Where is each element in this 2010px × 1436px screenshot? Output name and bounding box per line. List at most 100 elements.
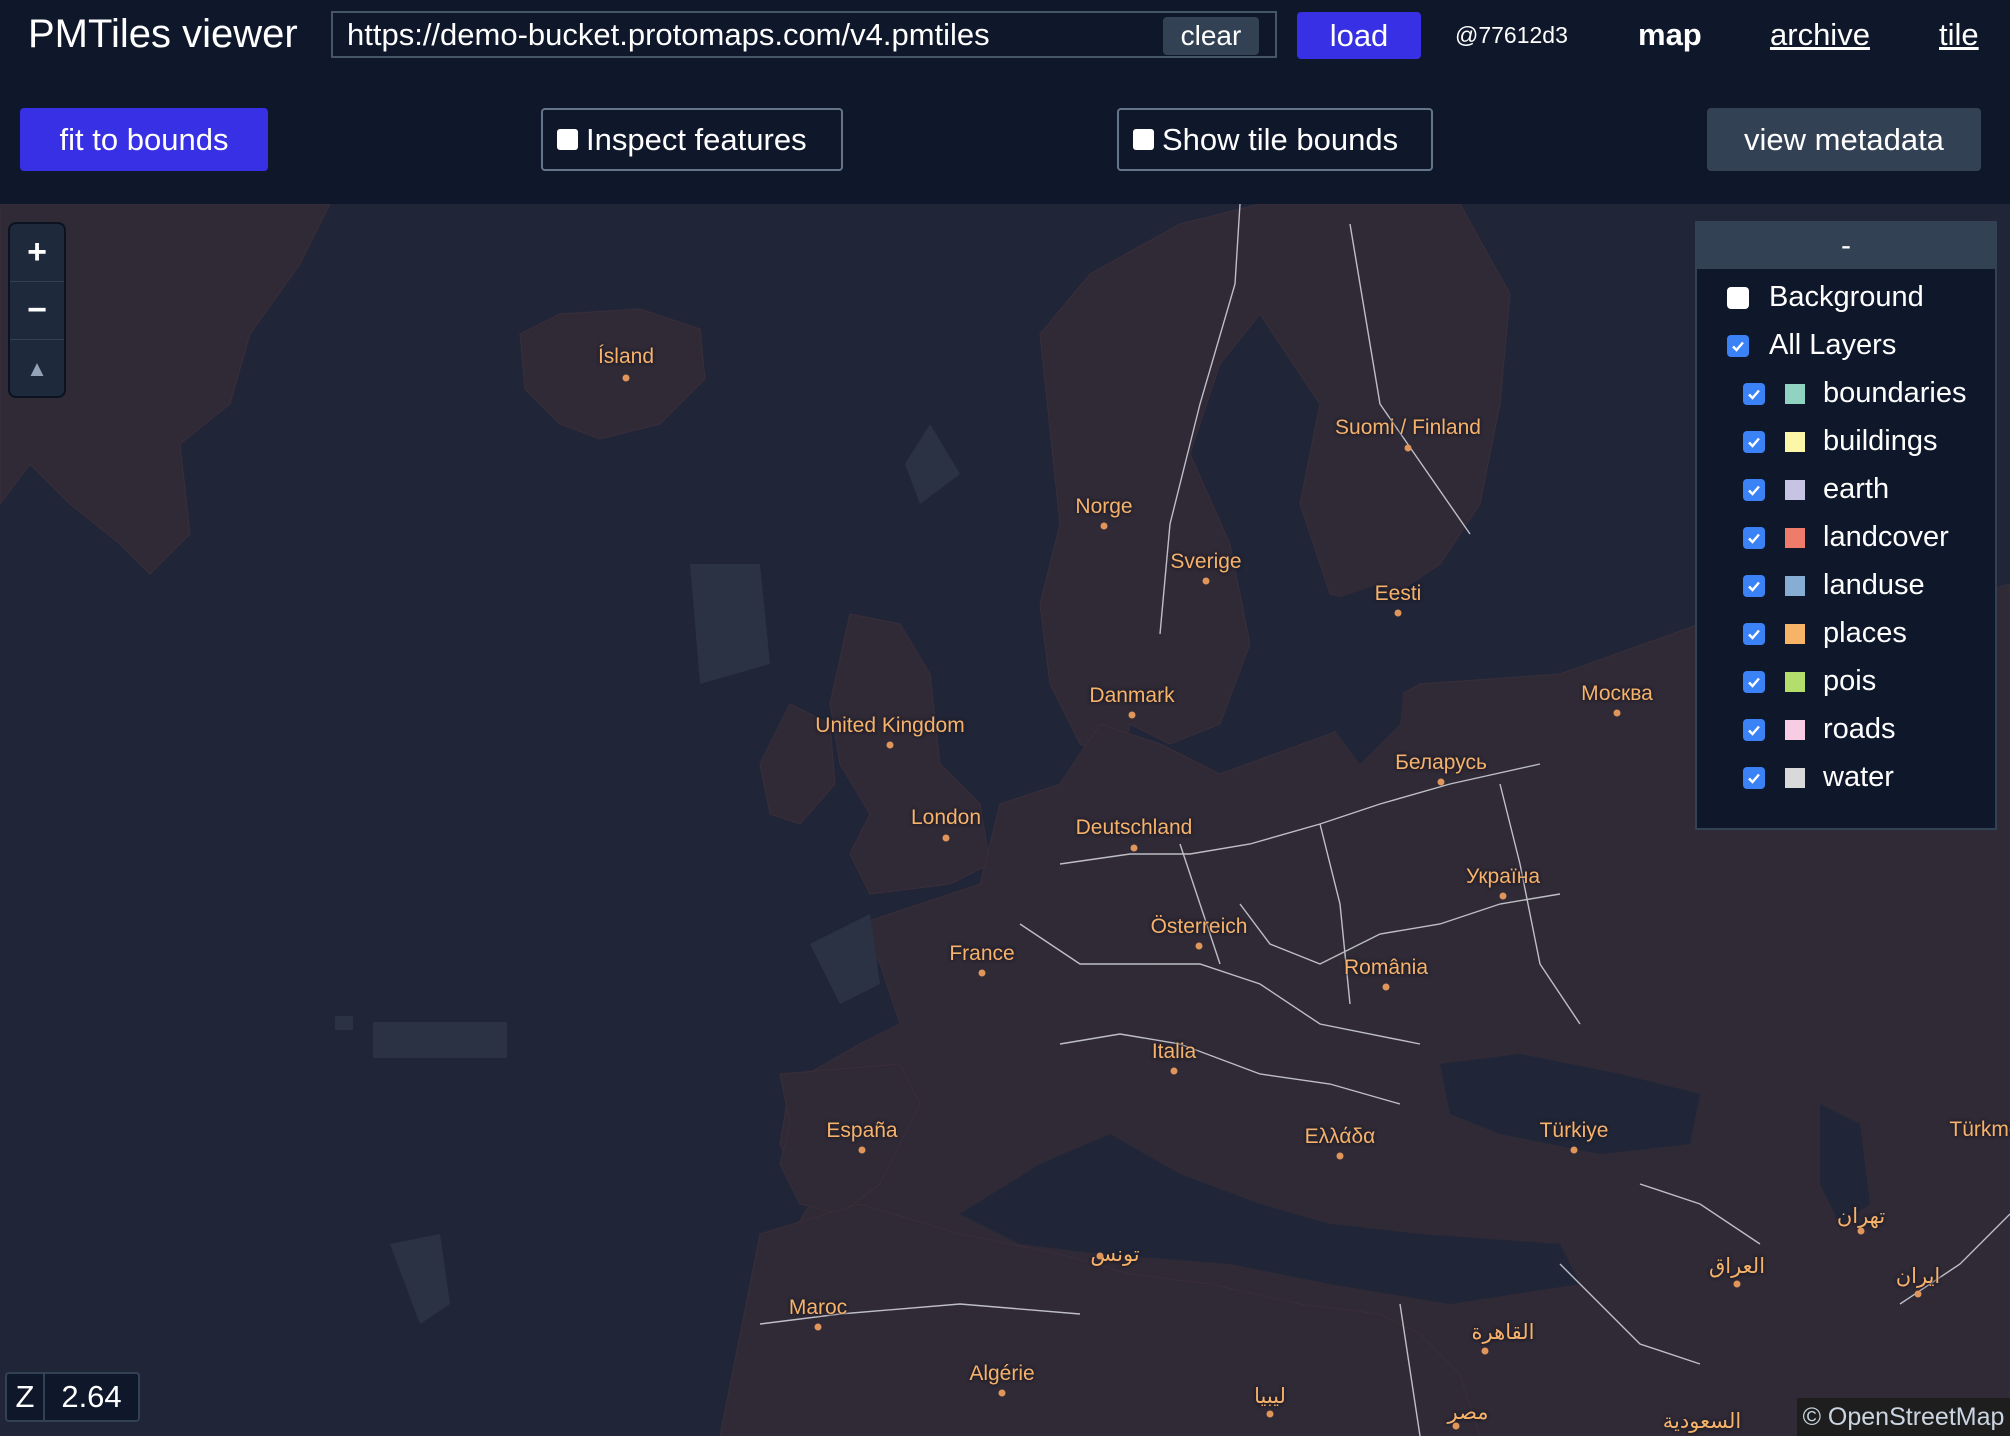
layer-label: landcover [1823, 521, 1949, 553]
place-dot [1499, 892, 1507, 900]
place-dot [622, 374, 630, 382]
all-layers-toggle[interactable]: All Layers [1727, 329, 1896, 362]
place-label: United Kingdom [815, 714, 965, 737]
all-layers-label: All Layers [1769, 329, 1897, 361]
layer-checkbox[interactable] [1743, 382, 1765, 405]
tab-tile[interactable]: tile [1939, 17, 1979, 53]
place-label: ایران [1895, 1265, 1941, 1288]
place-dot [1481, 1347, 1489, 1355]
place-label: العراق [1708, 1255, 1766, 1278]
place-label: France [949, 942, 1015, 965]
place-dot [886, 741, 894, 749]
layer-label: earth [1823, 473, 1890, 505]
inspect-features-toggle[interactable]: Inspect features [541, 108, 843, 171]
view-metadata-button[interactable]: view metadata [1707, 108, 1981, 171]
place-label: Türkme [1949, 1118, 2010, 1141]
tab-map[interactable]: map [1638, 17, 1702, 53]
layer-label: pois [1823, 665, 1877, 697]
check-icon [1732, 341, 1744, 352]
place-dot [1394, 609, 1402, 617]
compass-button[interactable]: ▲ [10, 340, 64, 397]
place-dot [1128, 711, 1136, 719]
fit-to-bounds-button[interactable]: fit to bounds [20, 108, 268, 171]
zoom-level-value: 2.64 [61, 1379, 122, 1414]
app-title: PMTiles viewer [28, 12, 298, 56]
zoom-level-indicator: Z 2.64 [5, 1372, 140, 1422]
place-dot [1195, 942, 1203, 950]
check-icon [1748, 773, 1760, 784]
place-label: تهران [1836, 1205, 1886, 1228]
clear-button[interactable]: clear [1163, 17, 1259, 55]
check-icon [1748, 581, 1760, 592]
place-dot [1202, 577, 1210, 585]
load-button[interactable]: load [1297, 12, 1421, 59]
place-label: مصر [1447, 1401, 1489, 1424]
place-dot [1336, 1152, 1344, 1160]
layer-color-swatch [1785, 719, 1805, 740]
layer-checkbox[interactable] [1743, 718, 1765, 741]
place-dot [814, 1323, 822, 1331]
layer-color-swatch [1785, 575, 1805, 596]
place-dot [858, 1146, 866, 1154]
place-label: Ísland [597, 345, 655, 368]
layer-color-swatch [1785, 479, 1805, 500]
top-bar: PMTiles viewer clear load @77612d3 map a… [0, 0, 2010, 72]
place-label: România [1343, 956, 1429, 979]
layer-checkbox[interactable] [1743, 478, 1765, 501]
place-label: España [826, 1119, 898, 1142]
layer-color-swatch [1785, 383, 1805, 404]
version-link[interactable]: @77612d3 [1455, 22, 1568, 49]
place-label: Italia [1151, 1040, 1197, 1063]
place-dot [1613, 709, 1621, 717]
layer-checkbox[interactable] [1743, 670, 1765, 693]
layer-color-swatch [1785, 431, 1805, 452]
background-checkbox[interactable] [1727, 286, 1749, 309]
layer-checkbox[interactable] [1743, 622, 1765, 645]
layer-checkbox[interactable] [1743, 430, 1765, 453]
layer-toggle-landcover[interactable]: landcover [1743, 521, 1949, 554]
layer-toggle-places[interactable]: places [1743, 617, 1907, 650]
layer-label: roads [1823, 713, 1896, 745]
tile-bounds-checkbox[interactable] [1133, 129, 1154, 150]
zoom-level-label: Z [7, 1374, 45, 1420]
place-dot [1857, 1227, 1865, 1235]
layer-checkbox[interactable] [1743, 574, 1765, 597]
layer-toggle-landuse[interactable]: landuse [1743, 569, 1925, 602]
check-icon [1748, 725, 1760, 736]
inspect-label: Inspect features [586, 121, 807, 157]
zoom-in-button[interactable]: + [10, 224, 64, 282]
place-dot [1096, 1252, 1104, 1260]
place-label: Ελλάδα [1304, 1125, 1376, 1148]
place-label: Deutschland [1075, 816, 1193, 839]
layer-checkbox[interactable] [1743, 766, 1765, 789]
place-label: ليبيا [1254, 1385, 1286, 1408]
place-dot [1170, 1067, 1178, 1075]
layer-checkbox[interactable] [1743, 526, 1765, 549]
url-field[interactable]: clear [331, 11, 1277, 58]
place-label: Eesti [1374, 582, 1422, 605]
inspect-checkbox[interactable] [557, 129, 578, 150]
all-layers-checkbox[interactable] [1727, 334, 1749, 357]
place-label: السعودية [1662, 1410, 1742, 1433]
place-dot [942, 834, 950, 842]
layers-panel: - Background All Layers boundaries buildi… [1695, 221, 1997, 830]
layer-toggle-buildings[interactable]: buildings [1743, 425, 1937, 458]
place-label: Danmark [1089, 684, 1175, 707]
layers-collapse-button[interactable]: - [1697, 223, 1995, 269]
tab-archive[interactable]: archive [1770, 17, 1870, 53]
place-label: Москва [1581, 682, 1653, 705]
compass-icon: ▲ [26, 355, 48, 381]
show-tile-bounds-toggle[interactable]: Show tile bounds [1117, 108, 1433, 171]
background-toggle[interactable]: Background [1727, 281, 1924, 314]
url-input[interactable] [347, 13, 1167, 56]
attribution-link[interactable]: © OpenStreetMap [1797, 1398, 2010, 1436]
layer-toggle-roads[interactable]: roads [1743, 713, 1896, 746]
layer-label: water [1823, 761, 1894, 793]
place-label: Algérie [969, 1362, 1035, 1385]
layer-toggle-earth[interactable]: earth [1743, 473, 1889, 506]
layer-toggle-water[interactable]: water [1743, 761, 1894, 794]
layer-color-swatch [1785, 671, 1805, 692]
zoom-out-button[interactable]: − [10, 282, 64, 340]
layer-toggle-boundaries[interactable]: boundaries [1743, 377, 1967, 410]
layer-toggle-pois[interactable]: pois [1743, 665, 1876, 698]
